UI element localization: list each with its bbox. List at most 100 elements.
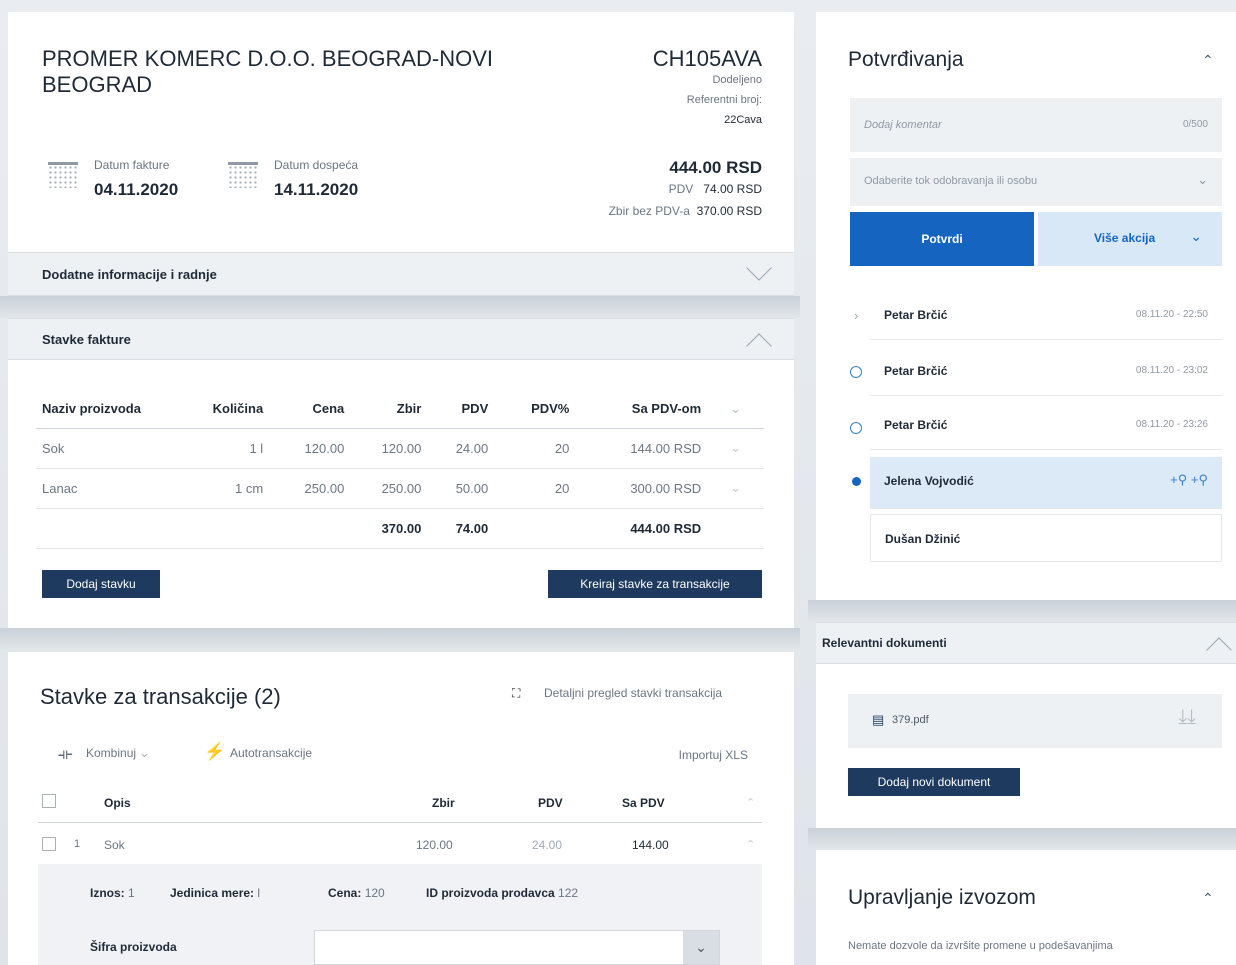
invoice-date-label: Datum fakture [94,158,170,172]
chevron-right-icon[interactable]: › [854,308,858,323]
col-zbir[interactable]: Zbir [432,796,455,810]
header-divider [38,822,762,823]
net-line: Zbir bez PDV-a 370.00 RSD [608,204,762,218]
chevron-down-icon[interactable]: ⌄ [707,468,764,509]
cell: 20 [494,428,576,469]
col-header[interactable]: PDV [427,390,495,429]
lightning-icon: ⚡ [204,742,226,761]
transactions-title: Stavke za transakcije (2) [40,684,281,709]
due-date-label: Datum dospeća [274,158,359,172]
add-document-button[interactable]: Dodaj novi dokument [848,768,1020,796]
table-row[interactable]: Lanac 1 cm 250.00 250.00 50.00 20 300.00… [36,468,764,509]
import-xls-button[interactable]: Importuj XLS [679,748,748,762]
history-row-active[interactable]: Jelena Vojvodić +⚲ +⚲ [870,457,1222,509]
row-index: 1 [74,838,81,850]
detail-view-link[interactable]: Detaljni pregled stavki transakcija [544,686,722,700]
history-name: Jelena Vojvodić [884,474,974,488]
cell: Sok [36,428,189,469]
chevron-up-icon[interactable]: ⌃ [1202,52,1214,69]
cell: 120.00 [350,428,428,469]
total-pdv: 74.00 [427,508,495,549]
col-header[interactable]: PDV% [494,390,576,429]
approval-flow-select[interactable]: Odaberite tok odobravanja ili osobu ⌄ [850,158,1222,206]
document-item[interactable]: ▤ 379.pdf ⤓⤓ [848,694,1222,748]
chevron-down-icon[interactable]: ⌄ [707,428,764,469]
chevron-down-icon[interactable]: ⌄ [707,390,764,429]
approvals-card: Potvrđivanja ⌃ Dodaj komentar 0/500 Odab… [816,12,1236,600]
ref-label: Referentni broj: [686,94,762,106]
combine-icon[interactable]: ⟛ [58,746,73,764]
row-pdv: 24.00 [532,838,563,852]
calendar-icon [228,162,258,188]
col-opis[interactable]: Opis [104,796,131,810]
history-name: Dušan Džinić [885,532,961,546]
select-all-checkbox[interactable] [42,794,56,808]
create-transaction-items-button[interactable]: Kreiraj stavke za transakcije [548,570,762,598]
section-items-title: Stavke fakture [42,332,131,347]
cell: 1 l [188,428,270,469]
clock-icon [850,422,862,434]
cell: 250.00 [269,468,351,509]
divider [808,828,1236,850]
history-row[interactable]: Petar Brčić 08.11.20 - 23:26 [870,402,1222,450]
collapse-all-icon[interactable]: ⌃ [746,796,755,809]
export-note: Nemate dozvole da izvršite promene u pod… [848,940,1113,952]
section-items[interactable]: Stavke fakture [8,318,794,360]
chevron-down-icon[interactable] [746,255,772,281]
add-person-icon[interactable]: +⚲ +⚲ [1170,472,1208,488]
document-filename[interactable]: 379.pdf [892,714,929,726]
chevron-down-icon[interactable]: ⌄ [1197,172,1208,188]
col-sa-pdv[interactable]: Sa PDV [622,796,665,810]
expand-icon[interactable]: ⛶ [512,686,520,701]
ref-value: 22Cava [724,114,762,126]
col-header[interactable]: Cena [269,390,351,429]
detail-unit: Jedinica mere: l [170,886,261,900]
cell: 300.00 RSD [575,468,708,509]
history-name: Petar Brčić [884,308,948,322]
export-card: Upravljanje izvozom ⌃ Nemate dozvole da … [816,850,1236,965]
section-documents[interactable]: Relevantni dokumenti [816,622,1236,664]
invoice-items-card: Stavke fakture Naziv proizvoda Količina … [8,318,794,628]
comment-input[interactable]: Dodaj komentar 0/500 [850,98,1222,152]
section-additional[interactable]: Dodatne informacije i radnje [8,252,794,296]
history-time: 08.11.20 - 23:26 [1135,419,1208,430]
download-icon[interactable]: ⤓⤓ [1178,706,1196,729]
auto-transactions-button[interactable]: Autotransakcije [230,746,312,760]
col-header[interactable]: Naziv proizvoda [36,390,189,429]
company-name-line2: BEOGRAD [42,72,153,97]
detail-amount: Iznos: 1 [90,886,135,900]
invoice-status: Dodeljeno [712,74,762,86]
confirm-button[interactable]: Potvrdi [850,212,1034,266]
row-checkbox[interactable] [42,837,56,851]
calendar-icon [48,162,78,188]
chevron-down-icon[interactable]: ⌄ [683,931,719,964]
history-row[interactable]: Petar Brčić 08.11.20 - 23:02 [870,348,1222,396]
chevron-up-icon[interactable]: ⌃ [1202,890,1214,907]
more-actions-button[interactable]: Više akcija ⌄ [1038,212,1222,266]
total-sum: 370.00 [350,508,428,549]
chevron-up-icon[interactable] [746,333,772,359]
history-name: Petar Brčić [884,364,948,378]
table-row[interactable]: Sok 1 l 120.00 120.00 24.00 20 144.00 RS… [36,428,764,469]
history-row[interactable]: Dušan Džinić [870,514,1222,562]
product-code-label: Šifra proizvoda [90,940,177,954]
totals-row: 370.00 74.00 444.00 RSD [36,508,764,549]
col-header[interactable]: Zbir [350,390,428,429]
history-time: 08.11.20 - 23:02 [1135,365,1208,376]
col-header[interactable]: Sa PDV-om [575,390,708,429]
cell: 50.00 [427,468,495,509]
cell: 1 cm [188,468,270,509]
col-header[interactable]: Količina [188,390,270,429]
clock-icon [850,366,862,378]
invoice-code: CH105AVA [652,46,762,71]
row-sa-pdv: 144.00 [632,838,669,852]
combine-dropdown[interactable]: Kombinuj ⌄ [86,746,149,760]
invoice-total: 444.00 RSD [669,158,762,177]
chevron-up-icon[interactable] [1206,637,1232,663]
approvals-title: Potvrđivanja [848,48,964,71]
product-code-select[interactable]: ⌄ [314,930,720,965]
add-item-button[interactable]: Dodaj stavku [42,570,160,598]
history-row[interactable]: Petar Brčić 08.11.20 - 22:50 [870,292,1222,340]
chevron-up-icon[interactable]: ⌃ [746,838,755,851]
col-pdv[interactable]: PDV [538,796,563,810]
